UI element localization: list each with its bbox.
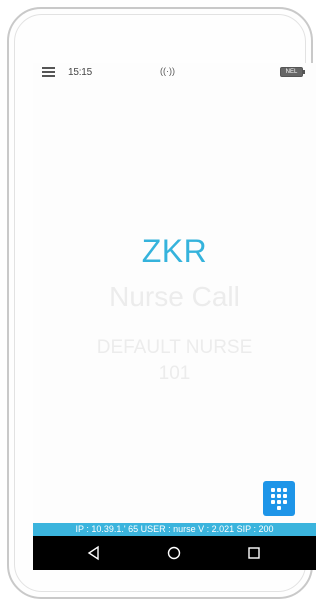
- nurse-name: DEFAULT NURSE: [96, 337, 253, 358]
- navigation-bar: [33, 536, 316, 570]
- dialpad-icon: [271, 487, 275, 492]
- recent-apps-icon[interactable]: [245, 544, 263, 562]
- connection-info-bar: IP : 10.39.1.' 65 USER : nurse V : 2.021…: [33, 523, 316, 536]
- phone-screen: 15:15 ((·)) NEL ZKR Nurse Call DEFAULT N…: [33, 63, 316, 570]
- home-icon[interactable]: [165, 544, 183, 562]
- brand-title: ZKR: [141, 233, 208, 269]
- dialpad-button[interactable]: [263, 481, 295, 516]
- nurse-number: 101: [158, 363, 191, 384]
- back-icon[interactable]: [85, 544, 103, 562]
- app-title: Nurse Call: [109, 281, 240, 312]
